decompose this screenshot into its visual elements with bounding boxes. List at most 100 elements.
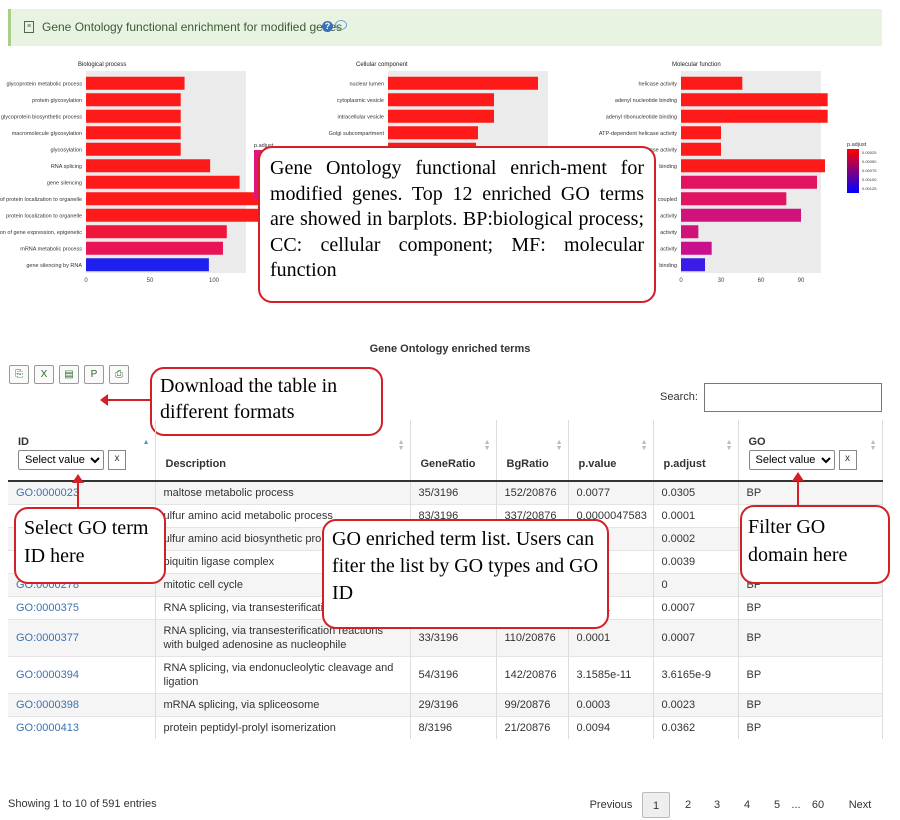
document-icon: ≡ <box>24 21 34 33</box>
col-header-go[interactable]: GO Select value x ▲ ▼ <box>738 420 883 482</box>
category-label: protein glycosylation <box>32 98 82 104</box>
category-label: binding <box>659 263 677 269</box>
bar <box>681 225 699 239</box>
pagination-previous[interactable]: Previous <box>582 792 640 818</box>
pagination-page-3[interactable]: 3 <box>703 792 731 818</box>
category-label: establishment of protein localization to… <box>0 197 82 203</box>
select-id-arrow-line <box>77 482 79 507</box>
table-cell: BP <box>738 656 883 694</box>
go-filter-clear-button[interactable]: x <box>838 450 857 470</box>
table-cell: maltose metabolic process <box>155 480 411 505</box>
go-filter-select[interactable]: Select value <box>748 450 835 470</box>
chart-title: Molecular function <box>672 62 721 68</box>
legend-colorbar <box>847 149 859 193</box>
help-icon[interactable]: ? <box>322 21 333 32</box>
table-cell: 0 <box>653 573 739 597</box>
table-cell: BP <box>738 480 883 505</box>
category-label: adenyl nucleotide binding <box>615 98 677 104</box>
id-filter-select[interactable]: Select value <box>18 450 104 470</box>
bar <box>86 192 263 206</box>
bar <box>681 192 787 206</box>
legend-tick: 0.00025 <box>862 150 877 155</box>
bar <box>86 93 181 107</box>
col-header-bgratio[interactable]: BgRatio ▲ ▼ <box>496 420 569 482</box>
search-input[interactable] <box>704 383 882 412</box>
print-icon[interactable]: ⎙ <box>109 365 129 384</box>
sort-icon: ▲ ▼ <box>555 439 563 452</box>
table-cell: 0.0002 <box>653 527 739 551</box>
pagination-page-4[interactable]: 4 <box>733 792 761 818</box>
pagination-page-2[interactable]: 2 <box>674 792 702 818</box>
bar <box>681 126 721 140</box>
go-filter: Select value x <box>748 450 874 470</box>
bar <box>388 93 494 107</box>
copy-icon[interactable]: ⎘ <box>9 365 29 384</box>
bar <box>681 175 817 189</box>
table-cell: 0.0077 <box>568 480 654 505</box>
table-cell: 0.0003 <box>568 693 654 717</box>
sort-icon: ▲ ▼ <box>397 439 405 452</box>
col-header-id[interactable]: ID Select value x ▲ <box>8 420 156 482</box>
category-label: Golgi subcompartment <box>329 131 385 137</box>
col-header-generatio[interactable]: GeneRatio ▲ ▼ <box>410 420 497 482</box>
col-header-padjust[interactable]: p.adjust ▲ ▼ <box>653 420 739 482</box>
legend-tick: 0.00075 <box>862 168 877 173</box>
go-id-link[interactable]: GO:0000375 <box>8 596 156 620</box>
sort-icon: ▲ ▼ <box>725 439 733 452</box>
bar <box>681 258 705 272</box>
bar <box>681 241 712 255</box>
col-header-padjust-label: p.adjust <box>663 458 706 470</box>
col-header-pvalue[interactable]: p.value ▲ ▼ <box>568 420 654 482</box>
category-label: activity <box>660 246 677 252</box>
table-cell: mRNA splicing, via spliceosome <box>155 693 411 717</box>
table-cell: 0.0362 <box>653 716 739 739</box>
col-header-description[interactable]: Description ▲ ▼ <box>155 420 411 482</box>
col-header-go-label: GO <box>748 436 766 448</box>
csv-icon[interactable]: ▤ <box>59 365 79 384</box>
table-info: Showing 1 to 10 of 591 entries <box>8 798 157 810</box>
go-id-link[interactable]: GO:0000394 <box>8 656 156 694</box>
go-id-link[interactable]: GO:0000413 <box>8 716 156 739</box>
go-id-link[interactable]: GO:0000398 <box>8 693 156 717</box>
pagination-next[interactable]: Next <box>842 792 878 818</box>
pagination-page-1[interactable]: 1 <box>642 792 670 818</box>
filter-go-arrow-line <box>797 480 799 505</box>
table-cell: BP <box>738 716 883 739</box>
id-filter: Select value x <box>18 450 147 470</box>
go-id-link[interactable]: GO:0000377 <box>8 619 156 657</box>
excel-icon[interactable]: X <box>34 365 54 384</box>
x-tick-label: 50 <box>147 278 154 284</box>
category-label: binding <box>659 164 677 170</box>
category-label: glycosylation <box>51 147 83 153</box>
table-header-row: ID Select value x ▲ Description ▲ ▼ GeneRa… <box>8 420 883 482</box>
comment-icon[interactable] <box>335 20 347 30</box>
table-cell: 0.0305 <box>653 480 739 505</box>
pdf-icon[interactable]: P <box>84 365 104 384</box>
x-tick-label: 0 <box>679 278 683 284</box>
bar <box>388 126 478 140</box>
x-tick-label: 90 <box>798 278 805 284</box>
col-header-id-label: ID <box>18 436 29 448</box>
id-filter-clear-button[interactable]: x <box>108 450 126 470</box>
category-label: adenyl ribonucleotide binding <box>606 114 677 120</box>
category-label: RNA splicing <box>51 164 82 170</box>
bar <box>86 126 181 140</box>
table-cell: 152/20876 <box>496 480 569 505</box>
pagination-page-60[interactable]: 60 <box>804 792 832 818</box>
bar <box>681 109 828 123</box>
col-header-generatio-label: GeneRatio <box>420 458 476 470</box>
category-label: helicase activity <box>638 81 677 87</box>
category-label: ATP-dependent helicase activity <box>599 131 677 137</box>
category-label: glycoprotein biosynthetic process <box>1 114 82 120</box>
category-label: regulation of gene expression, epigeneti… <box>0 230 82 236</box>
table-cell: 8/3196 <box>410 716 497 739</box>
go-id-link[interactable]: GO:0000023 <box>8 480 156 505</box>
category-label: mRNA metabolic process <box>20 246 82 252</box>
table-cell: BP <box>738 596 883 620</box>
pagination-page-5[interactable]: 5 <box>763 792 791 818</box>
table-caption: Gene Ontology enriched terms <box>369 343 531 355</box>
col-header-pvalue-label: p.value <box>578 458 617 470</box>
category-label: nuclear lumen <box>349 81 384 87</box>
bar <box>86 225 227 239</box>
download-arrow-head <box>100 394 108 406</box>
